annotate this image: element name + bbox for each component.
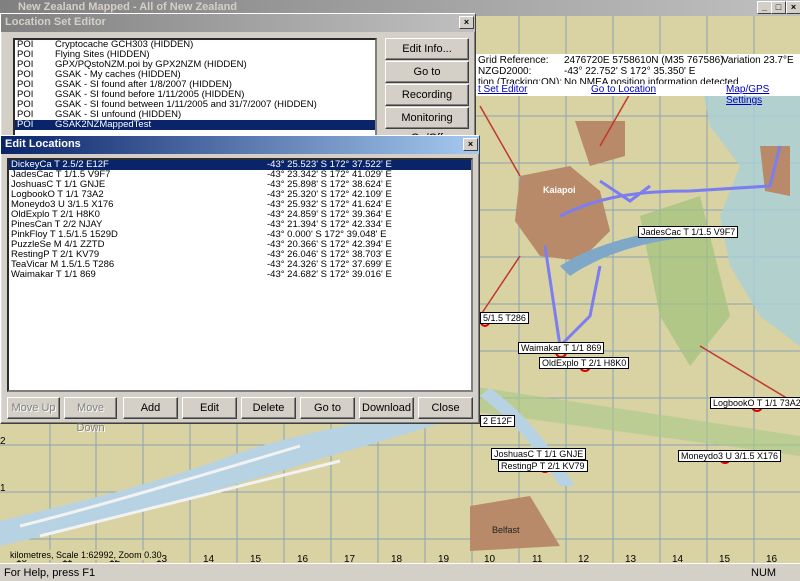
map-label-resting[interactable]: RestingP T 2/1 KV79	[498, 460, 588, 472]
status-text: For Help, press F1	[4, 567, 96, 579]
link-map-gps-settings[interactable]: Map/GPS Settings	[726, 84, 800, 106]
add-button[interactable]: Add	[123, 397, 178, 419]
el-title: Edit Locations	[5, 138, 81, 150]
scale-label: kilometres, Scale 1:62992, Zoom 0.30	[10, 550, 162, 560]
lse-close-button[interactable]: ×	[459, 16, 474, 29]
link-set-editor[interactable]: t Set Editor	[478, 84, 527, 95]
status-bar: For Help, press F1 NUM	[0, 563, 800, 581]
map-label-oldexplo[interactable]: OldExplo T 2/1 H8K0	[539, 357, 630, 369]
link-goto-location[interactable]: Go to Location	[591, 84, 656, 95]
num-indicator: NUM	[751, 567, 777, 579]
recording-toggle-button[interactable]: Recording On/Off	[385, 84, 469, 121]
gps-links-bar: t Set Editor Go to Location Map/GPS Sett…	[476, 84, 800, 106]
locations-list[interactable]: DickeyCa T 2.5/2 E12F -43° 25.523' S 172°…	[7, 158, 473, 392]
map-label-e12f[interactable]: 2 E12F	[480, 415, 516, 427]
close-button[interactable]: Close	[418, 397, 473, 419]
list-item-selected[interactable]: POI GSAK2NZMappedTest	[15, 120, 375, 130]
app-title: New Zealand Mapped - All of New Zealand	[18, 1, 238, 13]
map-label-waimakar[interactable]: Waimakar T 1/1 869	[518, 342, 605, 354]
edit-locations-dialog: Edit Locations × DickeyCa T 2.5/2 E12F -4…	[0, 135, 480, 434]
move-down-button[interactable]: Move Down	[64, 397, 117, 434]
map-label-t286[interactable]: 5/1.5 T286	[480, 312, 529, 324]
move-up-button[interactable]: Move Up	[7, 397, 60, 419]
table-row[interactable]: Waimakar T 1/1 869 -43° 24.682' S 172° 39…	[9, 270, 471, 280]
nzgd-value: -43° 22.752' S 172° 35.350' E	[564, 66, 696, 77]
el-close-x-button[interactable]: ×	[463, 138, 478, 151]
edit-button[interactable]: Edit	[182, 397, 237, 419]
delete-button[interactable]: Delete	[241, 397, 296, 419]
lse-title: Location Set Editor	[5, 16, 106, 28]
map-label-kaiapoi: Kaiapoi	[543, 185, 576, 195]
nzgd-label: NZGD2000:	[478, 66, 532, 77]
lse-titlebar: Location Set Editor ×	[1, 14, 475, 32]
map-label-moneydo[interactable]: Moneydo3 U 3/1.5 X176	[678, 450, 782, 462]
el-titlebar: Edit Locations ×	[1, 136, 479, 154]
minimize-button[interactable]: _	[757, 1, 772, 14]
map-label-joshuas[interactable]: JoshuasC T 1/1 GNJE	[491, 448, 587, 460]
grid-ref-value: 2476720E 5758610N (M35 767586)	[564, 55, 724, 66]
variation-value: Variation 23.7°E	[722, 55, 794, 66]
maximize-button[interactable]: □	[771, 1, 786, 14]
monitoring-toggle-button[interactable]: Monitoring On/Off	[385, 107, 469, 144]
map-label-logbook[interactable]: LogbookO T 1/1 73A2	[710, 397, 800, 409]
location-set-editor-dialog: Location Set Editor × POI Cryptocache GCH…	[0, 13, 476, 144]
close-button[interactable]: ×	[786, 1, 800, 14]
location-set-list[interactable]: POI Cryptocache GCH303 (HIDDEN) POI Flying…	[13, 38, 377, 138]
grid-ref-label: Grid Reference:	[478, 55, 549, 66]
map-label-jadescac[interactable]: JadesCac T 1/1.5 V9F7	[638, 226, 739, 238]
edit-info-button[interactable]: Edit Info...	[385, 38, 469, 60]
map-label-belfast: Belfast	[492, 525, 520, 535]
lse-goto-button[interactable]: Go to	[385, 61, 469, 83]
download-button[interactable]: Download	[359, 397, 414, 419]
goto-button[interactable]: Go to	[300, 397, 355, 419]
